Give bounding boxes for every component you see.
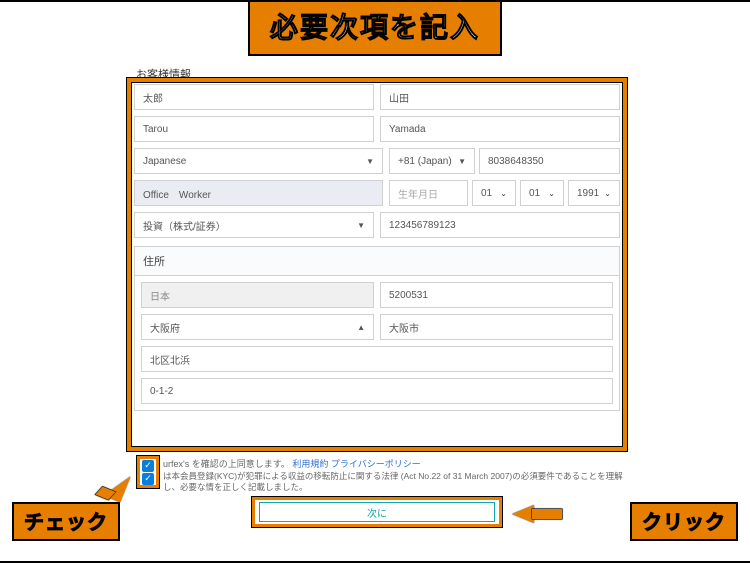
nationality-value: Japanese: [143, 156, 186, 167]
prefecture-select[interactable]: 大阪府 ▲: [141, 314, 374, 340]
purpose-value: 投資（株式/証券）: [143, 218, 226, 233]
prefecture-value: 大阪府: [150, 320, 180, 335]
chevron-down-icon: ⌄: [548, 189, 555, 198]
first-name-en-input[interactable]: Tarou: [134, 116, 374, 142]
next-button[interactable]: 次に: [259, 502, 495, 522]
dob-day-select[interactable]: 01 ⌄: [472, 180, 516, 206]
check-annotation-label: チェック: [12, 502, 120, 541]
dob-year-value: 1991: [577, 188, 599, 199]
dob-month-value: 01: [529, 188, 540, 199]
purpose-select[interactable]: 投資（株式/証券） ▼: [134, 212, 374, 238]
last-name-en-input[interactable]: Yamada: [380, 116, 620, 142]
arrow-icon: [103, 470, 130, 503]
country-input[interactable]: 日本: [141, 282, 374, 308]
dob-label: 生年月日: [389, 180, 468, 206]
chevron-down-icon: ⌄: [604, 189, 611, 198]
address-line-input[interactable]: 0-1-2: [141, 378, 613, 404]
postal-input[interactable]: 5200531: [380, 282, 613, 308]
click-annotation-label: クリック: [630, 502, 738, 541]
occupation-select[interactable]: Office Worker: [134, 180, 383, 206]
address-box: 日本 5200531 大阪府 ▲ 大阪市 北区北浜 0-1-2: [134, 275, 620, 411]
customer-form: 太郎 山田 Tarou Yamada Japanese ▼ +81 (Japan…: [134, 84, 620, 411]
caret-down-icon: ▼: [366, 157, 374, 166]
id-number-input[interactable]: 123456789123: [380, 212, 620, 238]
instruction-banner: 必要次項を記入: [248, 0, 502, 56]
terms-link[interactable]: 利用規約: [292, 459, 328, 469]
dob-day-value: 01: [481, 188, 492, 199]
privacy-link[interactable]: プライバシーポリシー: [331, 459, 421, 469]
dob-month-select[interactable]: 01 ⌄: [520, 180, 564, 206]
dob-year-select[interactable]: 1991 ⌄: [568, 180, 620, 206]
caret-up-icon: ▲: [357, 323, 365, 332]
ward-input[interactable]: 北区北浜: [141, 346, 613, 372]
kyc-checkbox[interactable]: ✓: [142, 473, 154, 485]
terms-text: urfex's を確認の上同意します。 利用規約 プライバシーポリシー: [163, 457, 421, 470]
nationality-select[interactable]: Japanese ▼: [134, 148, 383, 174]
terms-checkbox[interactable]: ✓: [142, 460, 154, 472]
caret-down-icon: ▼: [357, 221, 365, 230]
phone-cc-value: +81 (Japan): [398, 156, 452, 167]
phone-number-input[interactable]: 8038648350: [479, 148, 620, 174]
arrow-icon: [512, 505, 534, 523]
last-name-jp-input[interactable]: 山田: [380, 84, 620, 110]
city-input[interactable]: 大阪市: [380, 314, 613, 340]
address-header: 住所: [134, 246, 620, 275]
kyc-text: は本会員登録(KYC)が犯罪による収益の移転防止に関する法律 (Act No.2…: [163, 471, 623, 493]
submit-highlight-box: 次に: [252, 497, 502, 527]
chevron-down-icon: ⌄: [500, 189, 507, 198]
occupation-value: Office Worker: [143, 186, 211, 201]
phone-country-select[interactable]: +81 (Japan) ▼: [389, 148, 475, 174]
first-name-jp-input[interactable]: 太郎: [134, 84, 374, 110]
caret-down-icon: ▼: [458, 157, 466, 166]
checkbox-highlight-box: ✓ ✓: [137, 456, 159, 488]
